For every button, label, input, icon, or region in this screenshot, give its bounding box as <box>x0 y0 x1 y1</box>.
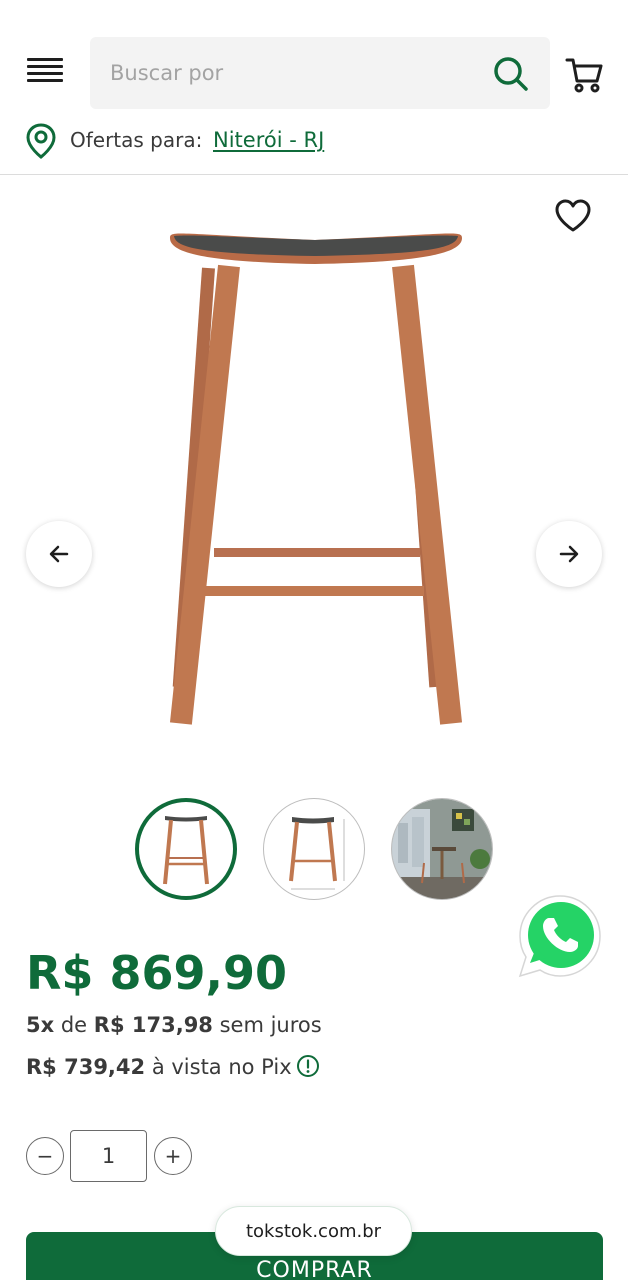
quantity-decrease-button[interactable]: − <box>26 1137 64 1175</box>
arrow-right-icon <box>559 545 579 563</box>
product-page: Ofertas para: Niterói - RJ <box>0 0 628 1280</box>
installments-info: 5x de R$ 173,98 sem juros <box>26 1013 322 1037</box>
location-pin-icon <box>26 123 56 159</box>
location-label: Ofertas para: <box>70 128 203 152</box>
installments-value: R$ 173,98 <box>93 1013 213 1037</box>
thumbnail-3[interactable] <box>391 798 493 900</box>
quantity-increase-button[interactable]: + <box>154 1137 192 1175</box>
stool-dimensions-image <box>289 817 345 890</box>
image-thumbnails <box>135 798 495 902</box>
installments-count: 5x <box>26 1013 55 1037</box>
location-city-link[interactable]: Niterói - RJ <box>213 128 324 152</box>
pix-value: R$ 739,42 <box>26 1055 146 1079</box>
previous-image-button[interactable] <box>26 521 92 587</box>
cart-icon[interactable] <box>564 54 604 94</box>
whatsapp-icon[interactable] <box>516 892 604 980</box>
thumbnail-1[interactable] <box>135 798 237 900</box>
search-icon[interactable] <box>492 55 530 93</box>
quantity-input[interactable] <box>70 1130 147 1182</box>
stool-thumbnail-image <box>163 816 209 885</box>
menu-icon[interactable] <box>27 58 63 88</box>
browser-url-pill[interactable]: tokstok.com.br <box>215 1206 412 1256</box>
search-bar[interactable] <box>90 37 550 109</box>
product-image <box>169 233 463 725</box>
installments-connector: de <box>54 1013 94 1037</box>
header: Ofertas para: Niterói - RJ <box>0 0 628 175</box>
search-input[interactable] <box>110 55 470 91</box>
product-price: R$ 869,90 <box>26 946 287 1000</box>
info-icon[interactable] <box>296 1054 320 1078</box>
pix-suffix: à vista no Pix <box>145 1055 292 1079</box>
pix-price-info: R$ 739,42 à vista no Pix <box>26 1050 320 1079</box>
arrow-left-icon <box>49 545 69 563</box>
next-image-button[interactable] <box>536 521 602 587</box>
installments-suffix: sem juros <box>212 1013 322 1037</box>
room-scene-image <box>392 799 492 899</box>
heart-icon[interactable] <box>553 196 593 236</box>
thumbnail-2[interactable] <box>263 798 365 900</box>
